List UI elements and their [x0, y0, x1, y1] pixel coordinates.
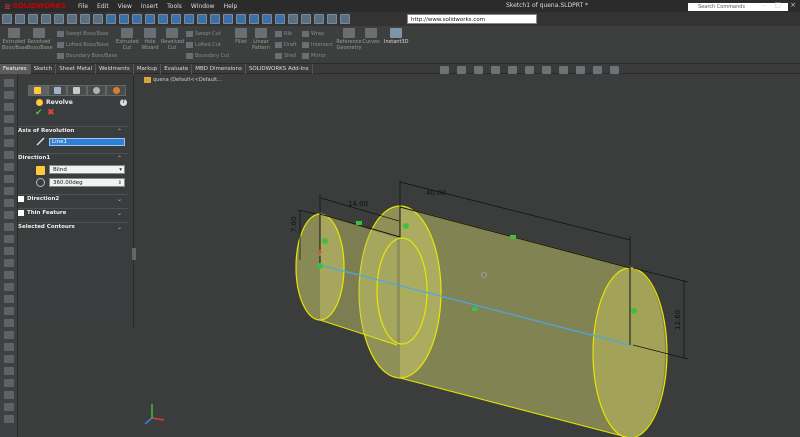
apply-scene-icon[interactable] [576, 66, 585, 74]
hide-show-items-icon[interactable] [542, 66, 551, 74]
relation-marker[interactable] [322, 238, 328, 244]
zoom-to-fit-icon[interactable] [440, 66, 449, 74]
zoom-to-area-icon[interactable] [457, 66, 466, 74]
previous-view-icon[interactable] [474, 66, 483, 74]
view-settings-icon[interactable] [593, 66, 602, 74]
reference-triad-icon [144, 404, 165, 425]
edit-appearance-icon[interactable] [559, 66, 568, 74]
view-orientation-icon[interactable] [508, 66, 517, 74]
display-style-icon[interactable] [525, 66, 534, 74]
relation-marker[interactable] [356, 221, 362, 225]
dimension-d4[interactable]: 12.60 [674, 310, 682, 330]
dimension-d1[interactable]: 14.00 [348, 200, 368, 208]
relation-marker[interactable] [472, 307, 478, 311]
model-view: 14.00 40.00 7.60 12.60 [290, 180, 689, 437]
dimension-d2[interactable]: 40.00 [426, 189, 446, 197]
relation-marker[interactable] [317, 263, 323, 269]
relation-marker[interactable] [510, 235, 516, 239]
relation-marker[interactable] [631, 308, 637, 314]
section-view-icon[interactable] [491, 66, 500, 74]
relation-marker[interactable] [403, 223, 409, 229]
heads-up-view-toolbar [440, 66, 619, 74]
monitor-icon[interactable] [610, 66, 619, 74]
dimension-extension [297, 209, 317, 215]
dimension-d3[interactable]: 7.60 [290, 216, 298, 232]
